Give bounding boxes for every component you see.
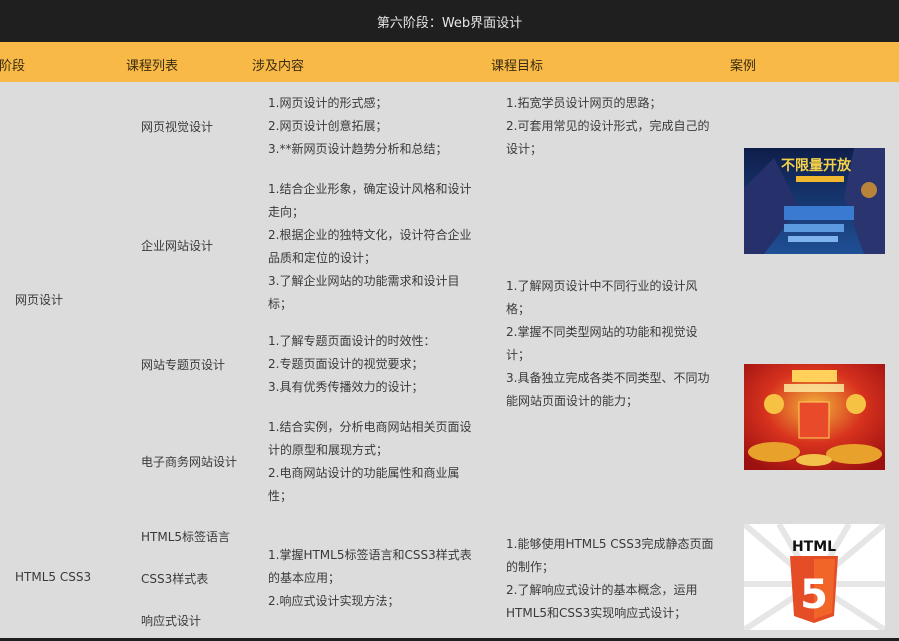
content-line: 3.**新网页设计趋势分析和总结； [268,142,448,156]
column-header-content: 涉及内容 [252,59,305,74]
html5-logo-number: 5 [800,572,828,618]
content-line: 2.响应式设计实现方法； [268,594,400,608]
content-line: 品质和定位的设计； [268,251,377,265]
goal-line: 的制作； [506,560,555,574]
content-line: 1.结合实例，分析电商网站相关页面设 [268,420,472,434]
content-line: 2.电商网站设计的功能属性和商业属 [268,466,460,480]
course-html5-tags[interactable]: HTML5标签语言 [141,528,230,545]
content-topic: 1.了解专题页面设计的时效性： 2.专题页面设计的视觉要求； 3.具有优秀传播效… [268,330,435,399]
goal-line: 能网站页面设计的能力； [506,394,639,408]
content-enterprise: 1.结合企业形象，确定设计风格和设计 走向； 2.根据企业的独特文化，设计符合企… [268,178,471,316]
goal-line: 2.可套用常见的设计形式，完成自己的 [506,119,710,133]
content-line: 性； [268,489,293,503]
content-line: 的基本应用； [268,571,341,585]
goals-group-2: 1.了解网页设计中不同行业的设计风 格； 2.掌握不同类型网站的功能和视觉设 计… [506,275,709,413]
case-game-banner-image[interactable]: 不限量开放 [744,148,885,254]
html5-logo-label: HTML [792,539,836,555]
festival-banner-graphic [744,364,885,470]
course-visual-design[interactable]: 网页视觉设计 [141,118,213,135]
content-line: 1.了解专题页面设计的时效性： [268,334,436,348]
html5-logo-graphic: HTML 5 [744,524,885,630]
goal-line: 设计； [506,142,543,156]
section-title-bar: 第六阶段：Web界面设计 [0,0,899,42]
column-header-cases: 案例 [730,59,757,74]
content-html5: 1.掌握HTML5标签语言和CSS3样式表 的基本应用； 2.响应式设计实现方法… [268,544,472,613]
case-festival-banner-image[interactable] [744,364,885,470]
goal-line: HTML5和CSS3实现响应式设计； [506,606,687,620]
case-html5-logo-image[interactable]: HTML 5 [744,524,885,630]
course-responsive[interactable]: 响应式设计 [141,612,201,629]
goal-line: 计； [506,348,531,362]
content-line: 标； [268,297,293,311]
course-topic-page[interactable]: 网站专题页设计 [141,356,225,373]
stage-web-design: 网页设计 [15,293,64,307]
content-line: 2.专题页面设计的视觉要求； [268,357,424,371]
table-header-row: 阶段 课程列表 涉及内容 课程目标 案例 [0,42,899,82]
goal-line: 2.掌握不同类型网站的功能和视觉设 [506,325,698,339]
goal-line: 格； [506,302,531,316]
content-line: 3.具有优秀传播效力的设计； [268,380,424,394]
content-line: 1.网页设计的形式感； [268,96,388,110]
content-line: 计的原型和展现方式； [268,443,389,457]
stage-html5-css3: HTML5 CSS3 [15,570,92,584]
goals-group-1: 1.拓宽学员设计网页的思路； 2.可套用常见的设计形式，完成自己的 设计； [506,92,709,161]
goal-line: 1.了解网页设计中不同行业的设计风 [506,279,698,293]
course-css3[interactable]: CSS3样式表 [141,570,208,587]
column-header-stage: 阶段 [0,59,26,74]
goal-line: 1.拓宽学员设计网页的思路； [506,96,662,110]
column-header-goals: 课程目标 [491,59,544,74]
course-ecommerce-site[interactable]: 电子商务网站设计 [141,453,237,470]
game-banner-title: 不限量开放 [781,157,852,174]
goal-line: 3.具备独立完成各类不同类型、不同功 [506,371,710,385]
goals-group-3: 1.能够使用HTML5 CSS3完成静态页面 的制作； 2.了解响应式设计的基本… [506,533,714,625]
column-header-courses: 课程列表 [126,59,179,74]
section-title: 第六阶段：Web界面设计 [376,15,523,31]
content-line: 2.根据企业的独特文化，设计符合企业 [268,228,472,242]
content-visual: 1.网页设计的形式感； 2.网页设计创意拓展； 3.**新网页设计趋势分析和总结… [268,92,447,161]
game-banner-graphic: 不限量开放 [744,148,885,254]
content-line: 1.掌握HTML5标签语言和CSS3样式表 [268,548,472,562]
goal-line: 1.能够使用HTML5 CSS3完成静态页面 [506,537,714,551]
goal-line: 2.了解响应式设计的基本概念，运用 [506,583,698,597]
content-line: 2.网页设计创意拓展； [268,119,388,133]
content-ecommerce: 1.结合实例，分析电商网站相关页面设 计的原型和展现方式； 2.电商网站设计的功… [268,416,471,508]
course-enterprise-site[interactable]: 企业网站设计 [141,237,213,254]
content-line: 1.结合企业形象，确定设计风格和设计 [268,182,472,196]
content-line: 3.了解企业网站的功能需求和设计目 [268,274,460,288]
content-line: 走向； [268,205,305,219]
